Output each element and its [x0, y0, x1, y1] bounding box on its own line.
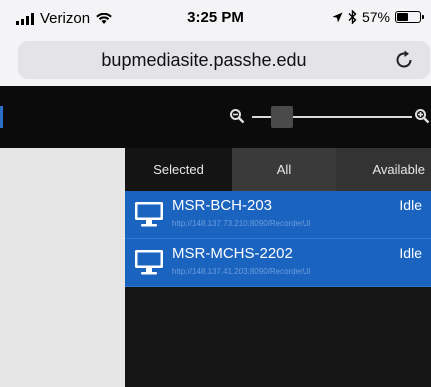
browser-chrome: bupmediasite.passhe.edu — [0, 36, 431, 86]
tab-available[interactable]: Available — [336, 148, 431, 191]
reload-icon[interactable] — [392, 48, 416, 72]
address-bar[interactable]: bupmediasite.passhe.edu — [18, 41, 430, 79]
status-bar: Verizon 3:25 PM 57% — [0, 0, 431, 36]
zoom-in-icon[interactable] — [414, 108, 430, 124]
status-indicators: 57% — [332, 9, 424, 25]
recorder-status: Idle — [399, 245, 422, 261]
sidebar-indicator — [0, 106, 3, 128]
battery-icon — [395, 11, 424, 23]
tab-all[interactable]: All — [232, 148, 336, 191]
list-item[interactable]: MSR-BCH-203 http://148.137.73.210:8090/R… — [125, 191, 431, 239]
monitor-icon — [135, 202, 163, 227]
monitor-icon — [135, 250, 163, 275]
recorder-url: http://148.137.73.210:8090/RecorderUI — [172, 219, 311, 228]
recorder-status: Idle — [399, 197, 422, 213]
bluetooth-icon — [348, 10, 357, 24]
recorder-url: http://148.137.41.203:8090/RecorderUI — [172, 267, 311, 276]
location-arrow-icon — [332, 12, 343, 22]
list-item[interactable]: MSR-MCHS-2202 http://148.137.41.203:8090… — [125, 239, 431, 287]
tab-selected[interactable]: Selected — [125, 148, 232, 191]
left-panel — [0, 148, 125, 387]
app-toolbar — [0, 86, 431, 148]
recorder-name: MSR-BCH-203 — [172, 197, 273, 214]
url-text: bupmediasite.passhe.edu — [101, 50, 307, 70]
battery-percent: 57% — [361, 9, 390, 25]
zoom-out-icon[interactable] — [229, 108, 245, 124]
recorder-name: MSR-MCHS-2202 — [172, 245, 293, 262]
filter-tabs: Selected All Available — [125, 148, 431, 191]
recorder-list: MSR-BCH-203 http://148.137.73.210:8090/R… — [125, 191, 431, 287]
zoom-slider-handle[interactable] — [271, 106, 293, 128]
